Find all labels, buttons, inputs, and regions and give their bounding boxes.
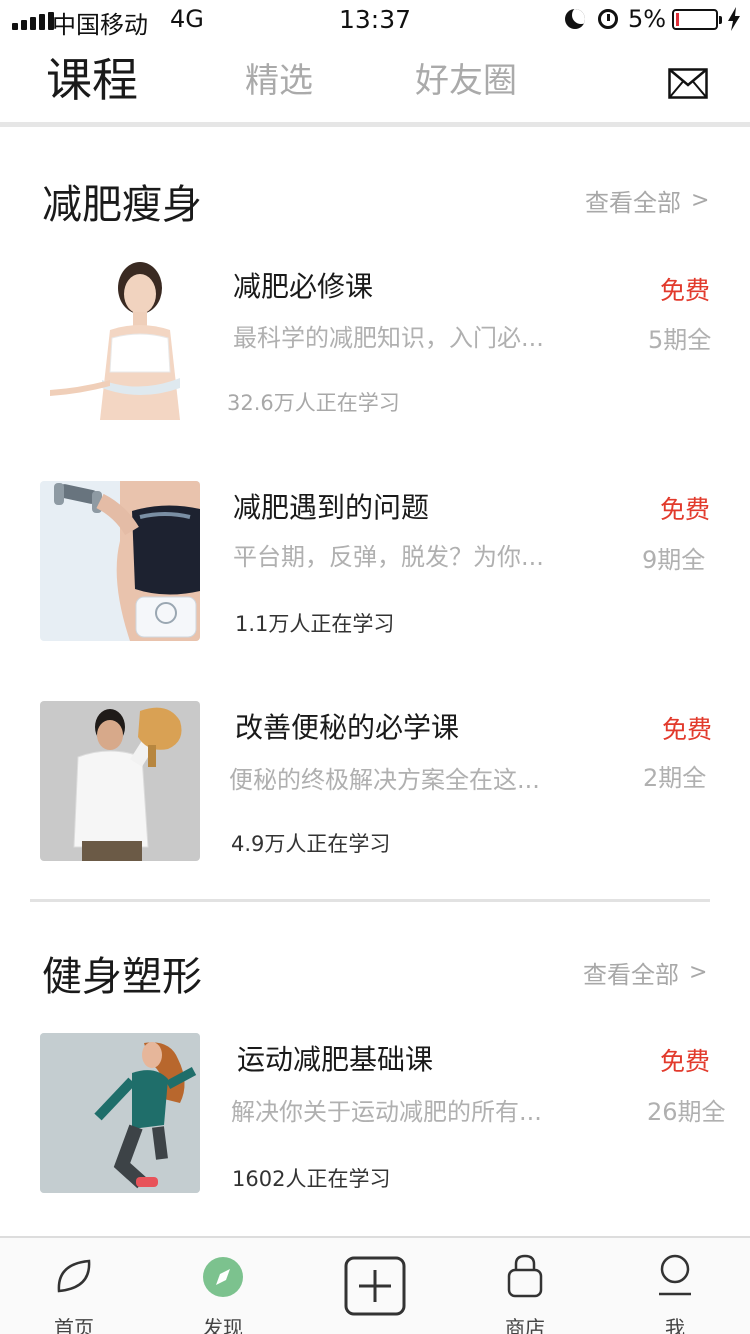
section-title-fitness: 健身塑形	[42, 954, 202, 1000]
chevron-right-icon: >	[691, 188, 710, 213]
course-item[interactable]: 减肥遇到的问题 平台期，反弹，脱发？为你... 1.1万人正在学习 免费 9期全	[0, 481, 750, 651]
course-episodes: 9期全	[642, 546, 706, 574]
status-bar: 中国移动 4G 13:37 5%	[0, 0, 750, 40]
course-description: 解决你关于运动减肥的所有...	[231, 1098, 542, 1126]
course-item[interactable]: 减肥必修课 最科学的减肥知识，入门必... 32.6万人正在学习 免费 5期全	[0, 260, 750, 430]
see-all-link-weight-loss[interactable]: 查看全部 >	[585, 183, 709, 218]
course-description: 平台期，反弹，脱发？为你...	[233, 543, 544, 571]
course-learner-count: 32.6万人正在学习	[227, 391, 400, 415]
bottom-tab-bar: 首页 发现 商店 我	[0, 1236, 750, 1334]
bottom-tab-add[interactable]	[335, 1238, 415, 1334]
course-episodes: 2期全	[643, 764, 707, 792]
bottom-tab-label: 商店	[505, 1316, 545, 1334]
course-learner-count: 1602人正在学习	[232, 1167, 391, 1191]
course-item[interactable]: 运动减肥基础课 解决你关于运动减肥的所有... 1602人正在学习 免费 26期…	[0, 1033, 750, 1203]
bottom-tab-discover[interactable]: 发现	[183, 1238, 263, 1334]
moon-icon	[565, 9, 585, 29]
plus-icon	[344, 1256, 406, 1316]
battery-icon	[672, 9, 722, 30]
course-item[interactable]: 改善便秘的必学课 便秘的终极解决方案全在这... 4.9万人正在学习 免费 2期…	[0, 701, 750, 871]
bottom-tab-me[interactable]: 我	[635, 1238, 715, 1334]
bottom-tab-home[interactable]: 首页	[34, 1238, 114, 1334]
bottom-tab-label: 首页	[54, 1316, 94, 1334]
course-description: 便秘的终极解决方案全在这...	[229, 766, 540, 794]
course-title: 减肥遇到的问题	[233, 491, 430, 524]
battery-percent: 5%	[628, 5, 667, 33]
course-learner-count: 4.9万人正在学习	[231, 832, 391, 856]
course-learner-count: 1.1万人正在学习	[235, 612, 395, 636]
bottom-tab-label: 我	[665, 1316, 685, 1334]
course-price: 免费	[660, 1047, 711, 1076]
shopping-bag-icon	[507, 1254, 543, 1298]
tab-featured[interactable]: 精选	[245, 40, 313, 114]
see-all-label: 查看全部	[583, 961, 679, 989]
bottom-tab-label: 发现	[203, 1316, 243, 1334]
chevron-right-icon: >	[689, 960, 708, 985]
course-price: 免费	[662, 715, 713, 744]
course-title: 减肥必修课	[233, 270, 374, 303]
course-title: 改善便秘的必学课	[235, 711, 460, 744]
course-price: 免费	[660, 495, 711, 524]
charging-bolt-icon	[728, 7, 740, 31]
course-thumbnail	[40, 1033, 200, 1193]
alarm-icon	[598, 9, 618, 29]
tab-courses[interactable]: 课程	[46, 40, 138, 114]
see-all-label: 查看全部	[585, 189, 681, 217]
course-price: 免费	[660, 276, 711, 305]
bottom-tab-store[interactable]: 商店	[485, 1238, 565, 1334]
leaf-icon	[57, 1259, 91, 1293]
course-description: 最科学的减肥知识，入门必...	[233, 324, 544, 352]
tab-friends-circle[interactable]: 好友圈	[415, 40, 517, 114]
course-thumbnail	[40, 260, 200, 420]
see-all-link-fitness[interactable]: 查看全部 >	[583, 955, 707, 990]
course-episodes: 5期全	[648, 326, 712, 354]
course-episodes: 26期全	[647, 1098, 726, 1126]
course-title: 运动减肥基础课	[237, 1043, 434, 1076]
course-thumbnail	[40, 481, 200, 641]
top-nav-divider	[0, 122, 750, 127]
compass-icon	[203, 1257, 243, 1297]
top-tab-bar: 课程 精选 好友圈	[0, 40, 750, 124]
user-icon	[659, 1254, 691, 1296]
section-title-weight-loss: 减肥瘦身	[42, 182, 202, 228]
envelope-icon[interactable]	[668, 68, 708, 99]
section-divider	[30, 899, 710, 902]
course-thumbnail	[40, 701, 200, 861]
